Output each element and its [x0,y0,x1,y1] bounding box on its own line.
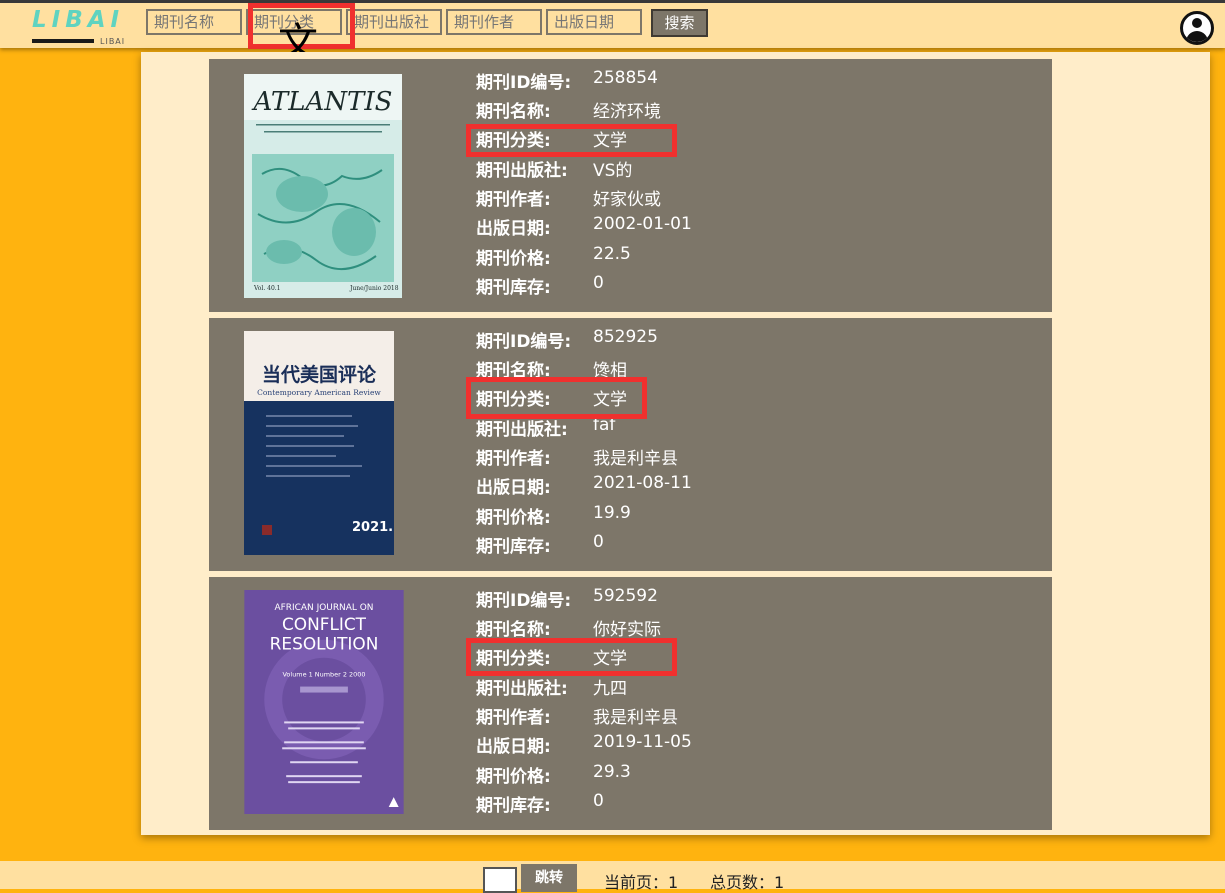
label-name: 期刊名称: [476,620,551,640]
annotation-highlight-category-3 [466,638,677,676]
label-date: 出版日期: [476,478,551,498]
journal-cover-image: 当代美国评论 Contemporary American Review 2021… [244,331,394,555]
label-id: 期刊ID编号: [476,591,572,611]
user-avatar-icon[interactable] [1180,11,1214,45]
value-date: 2002-01-01 [593,214,692,234]
value-stock: 0 [593,532,604,552]
value-name: 经济环境 [593,102,661,122]
journal-card[interactable]: AFRICAN JOURNAL ON CONFLICT RESOLUTION V… [209,577,1052,830]
label-id: 期刊ID编号: [476,332,572,352]
value-date: 2021-08-11 [593,473,692,493]
cover-issue: 2021.2 [352,520,394,535]
label-name: 期刊名称: [476,102,551,122]
value-price: 29.3 [593,762,631,782]
value-id: 258854 [593,68,658,88]
total-pages-text: 总页数：1 [710,873,785,892]
avatar-body [1186,31,1208,42]
label-publisher: 期刊出版社: [476,679,568,699]
label-price: 期刊价格: [476,767,551,787]
value-author: 好家伙或 [593,190,661,210]
cover-date: June/Junio 2018 [349,285,399,292]
current-page-text: 当前页：1 [604,873,679,892]
cover-subtitle: Contemporary American Review [257,388,381,397]
value-id: 592592 [593,586,658,606]
label-id: 期刊ID编号: [476,73,572,93]
search-button[interactable]: 搜索 [651,9,708,37]
cover-top-text: AFRICAN JOURNAL ON [275,603,374,613]
label-author: 期刊作者: [476,708,551,728]
journal-name-input[interactable] [146,9,242,35]
value-id: 852925 [593,327,658,347]
journal-card[interactable]: ATLANTIS Vol. 40.1 June/Junio 2018 期刊ID编… [209,59,1052,312]
page-number-input[interactable] [483,867,517,893]
label-price: 期刊价格: [476,508,551,528]
label-stock: 期刊库存: [476,796,551,816]
pagination-bar: 跳转 当前页：1 总页数：1 [0,861,1225,893]
logo-text: LIBAI [32,7,125,33]
label-stock: 期刊库存: [476,537,551,557]
journal-author-input[interactable] [446,9,542,35]
label-date: 出版日期: [476,219,551,239]
journal-card[interactable]: 当代美国评论 Contemporary American Review 2021… [209,318,1052,571]
avatar-head [1192,18,1202,28]
cover-title: ATLANTIS [252,87,393,117]
value-stock: 0 [593,273,604,293]
label-date: 出版日期: [476,737,551,757]
annotation-highlight-category-1 [466,124,677,157]
logo-subtext: LIBAI [100,37,126,46]
label-author: 期刊作者: [476,449,551,469]
cover-title: 当代美国评论 [262,363,377,386]
journal-publisher-input[interactable] [346,9,442,35]
logo-underline [32,39,94,43]
label-author: 期刊作者: [476,190,551,210]
jump-button[interactable]: 跳转 [521,864,577,892]
value-publisher: 九四 [593,679,627,699]
value-price: 22.5 [593,244,631,264]
site-logo[interactable]: LIBAI LIBAI [32,7,126,47]
label-publisher: 期刊出版社: [476,161,568,181]
value-stock: 0 [593,791,604,811]
annotation-highlight-category-2 [466,377,647,419]
cover-title-line1: CONFLICT [282,614,367,634]
cover-volume: Volume 1 Number 2 2000 [283,671,366,679]
value-author: 我是利辛县 [593,708,678,728]
value-name: 你好实际 [593,620,661,640]
label-stock: 期刊库存: [476,278,551,298]
journal-cover-image: ATLANTIS Vol. 40.1 June/Junio 2018 [244,74,402,298]
cover-volume: Vol. 40.1 [253,285,281,292]
top-navbar: LIBAI LIBAI 搜索 [0,3,1225,48]
label-price: 期刊价格: [476,249,551,269]
value-author: 我是利辛县 [593,449,678,469]
journal-cover-image: AFRICAN JOURNAL ON CONFLICT RESOLUTION V… [244,590,404,814]
value-publisher: VS的 [593,161,633,181]
value-price: 19.9 [593,503,631,523]
publish-date-input[interactable] [546,9,642,35]
cover-title-line2: RESOLUTION [270,634,379,654]
value-date: 2019-11-05 [593,732,692,752]
